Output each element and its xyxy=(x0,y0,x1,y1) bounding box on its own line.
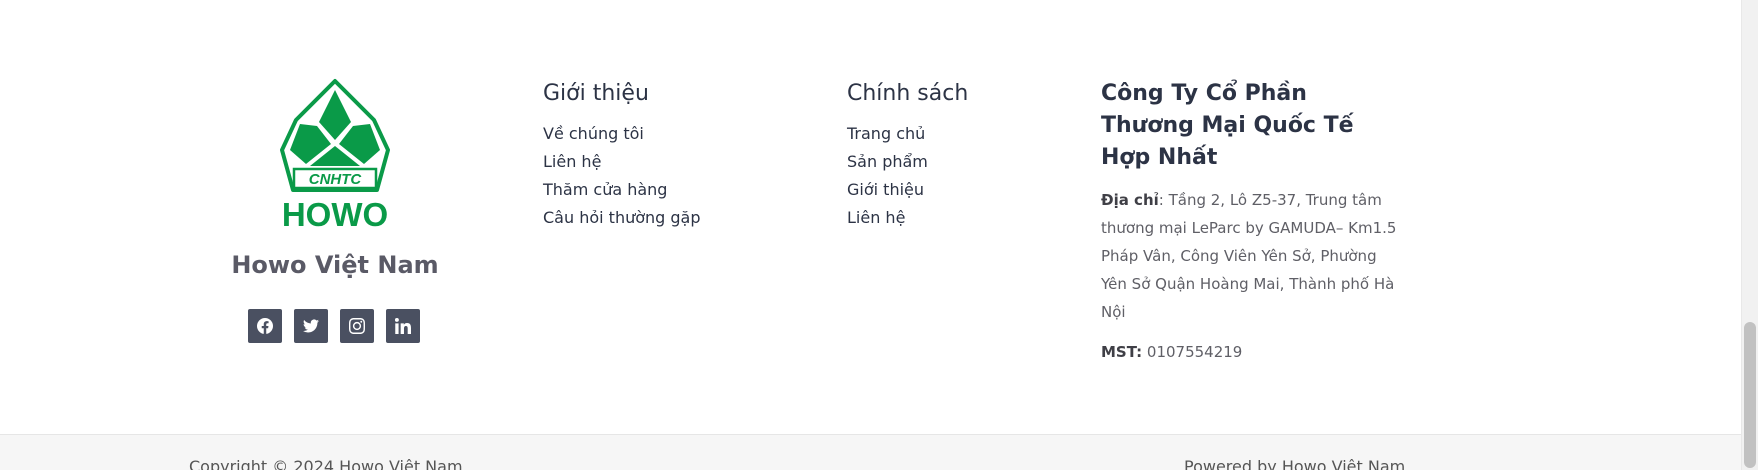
powered-by-text: Powered by Howo Việt Nam xyxy=(1184,457,1406,470)
brand-name: Howo Việt Nam xyxy=(231,251,439,279)
linkedin-button[interactable] xyxy=(386,309,420,343)
social-links xyxy=(248,309,420,343)
address-text: : Tầng 2, Lô Z5-37, Trung tâm thương mại… xyxy=(1101,191,1397,321)
facebook-button[interactable] xyxy=(248,309,282,343)
instagram-icon xyxy=(349,318,365,334)
policy-title: Chính sách xyxy=(847,81,969,106)
link-contact-2[interactable]: Liên hệ xyxy=(847,204,1067,232)
link-home[interactable]: Trang chủ xyxy=(847,120,1067,148)
footer-main: CNHTC HOWO Howo Việt Nam Giới thiệu Về c… xyxy=(0,0,1741,434)
page: CNHTC HOWO Howo Việt Nam Giới thiệu Về c… xyxy=(0,0,1758,470)
company-address: Địa chỉ: Tầng 2, Lô Z5-37, Trung tâm thư… xyxy=(1101,186,1401,326)
scrollbar-thumb[interactable] xyxy=(1744,322,1756,468)
instagram-button[interactable] xyxy=(340,309,374,343)
twitter-button[interactable] xyxy=(294,309,328,343)
scrollbar-track[interactable] xyxy=(1741,0,1758,470)
company-name: Công Ty Cổ Phần Thương Mại Quốc Tế Hợp N… xyxy=(1101,81,1354,170)
linkedin-icon xyxy=(395,318,411,334)
address-label: Địa chỉ xyxy=(1101,191,1159,209)
tax-label: MST: xyxy=(1101,343,1143,361)
link-visit-store[interactable]: Thăm cửa hàng xyxy=(543,176,803,204)
link-contact[interactable]: Liên hệ xyxy=(543,148,803,176)
intro-title: Giới thiệu xyxy=(543,81,649,106)
intro-column: Giới thiệu Về chúng tôi Liên hệ Thăm cửa… xyxy=(543,78,803,232)
link-faq[interactable]: Câu hỏi thường gặp xyxy=(543,204,803,232)
logo-text-cnhtc: CNHTC xyxy=(309,171,363,188)
policy-links: Trang chủ Sản phẩm Giới thiệu Liên hệ xyxy=(847,120,1067,232)
company-tax-id: MST: 0107554219 xyxy=(1101,342,1401,362)
logo-text-howo: HOWO xyxy=(282,196,388,231)
company-column: Công Ty Cổ Phần Thương Mại Quốc Tế Hợp N… xyxy=(1101,78,1401,362)
link-products[interactable]: Sản phẩm xyxy=(847,148,1067,176)
intro-links: Về chúng tôi Liên hệ Thăm cửa hàng Câu h… xyxy=(543,120,803,232)
howo-logo[interactable]: CNHTC HOWO xyxy=(276,78,394,231)
policy-column: Chính sách Trang chủ Sản phẩm Giới thiệu… xyxy=(847,78,1067,232)
copyright-text: Copyright © 2024 Howo Việt Nam xyxy=(189,457,463,470)
footer-bottom-bar: Copyright © 2024 Howo Việt Nam Powered b… xyxy=(0,434,1741,470)
link-about-us[interactable]: Về chúng tôi xyxy=(543,120,803,148)
twitter-icon xyxy=(303,319,319,333)
tax-value: 0107554219 xyxy=(1142,343,1243,361)
link-introduction[interactable]: Giới thiệu xyxy=(847,176,1067,204)
facebook-icon xyxy=(257,318,273,334)
